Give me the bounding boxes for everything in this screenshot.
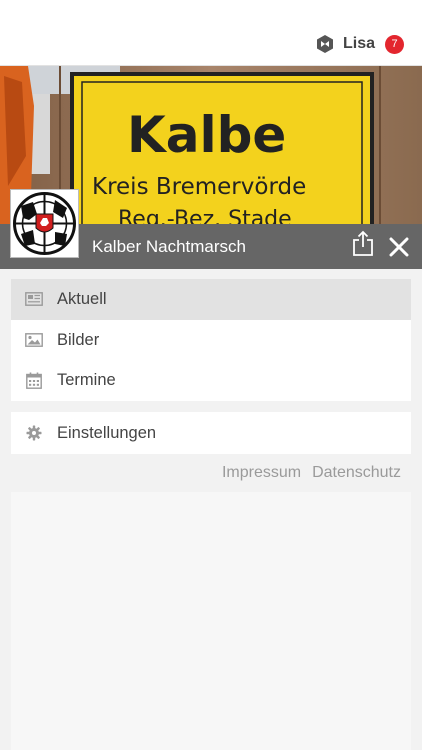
sign-text-district: Kreis Bremervörde bbox=[92, 174, 306, 200]
gear-icon bbox=[25, 424, 43, 442]
menu-item-einstellungen[interactable]: Einstellungen bbox=[11, 412, 411, 454]
menu-item-label: Einstellungen bbox=[57, 423, 157, 442]
impressum-link[interactable]: Impressum bbox=[222, 464, 301, 482]
newspaper-icon bbox=[25, 290, 43, 308]
close-button[interactable] bbox=[388, 236, 410, 258]
top-bar: Lisa 7 bbox=[0, 0, 422, 66]
calendar-icon bbox=[25, 372, 43, 390]
close-icon bbox=[389, 237, 409, 257]
settings-menu: Einstellungen bbox=[11, 412, 411, 454]
user-menu[interactable]: Lisa 7 bbox=[315, 32, 404, 56]
menu-item-label: Aktuell bbox=[57, 289, 107, 308]
menu-item-label: Bilder bbox=[57, 330, 100, 349]
group-name: Kalber Nachtmarsch bbox=[92, 237, 247, 256]
share-icon bbox=[353, 230, 373, 256]
menu-item-aktuell[interactable]: Aktuell bbox=[11, 279, 411, 320]
menu-item-label: Termine bbox=[57, 371, 116, 390]
club-logo bbox=[10, 189, 79, 258]
menu-item-termine[interactable]: Termine bbox=[11, 360, 411, 401]
sign-text-town: Kalbe bbox=[127, 106, 286, 164]
footer-links: Impressum Datenschutz bbox=[222, 464, 401, 482]
content-panel bbox=[11, 492, 411, 750]
sign-text-region: Reg.-Bez. Stade bbox=[118, 207, 292, 224]
menu-item-bilder[interactable]: Bilder bbox=[11, 320, 411, 361]
notification-badge[interactable]: 7 bbox=[385, 34, 404, 54]
image-icon bbox=[25, 331, 43, 349]
datenschutz-link[interactable]: Datenschutz bbox=[312, 464, 401, 482]
main-menu: Aktuell Bilder Termine bbox=[11, 279, 411, 401]
hexagon-logo-icon bbox=[316, 35, 333, 53]
share-button[interactable] bbox=[352, 230, 374, 257]
user-name[interactable]: Lisa bbox=[343, 35, 375, 53]
